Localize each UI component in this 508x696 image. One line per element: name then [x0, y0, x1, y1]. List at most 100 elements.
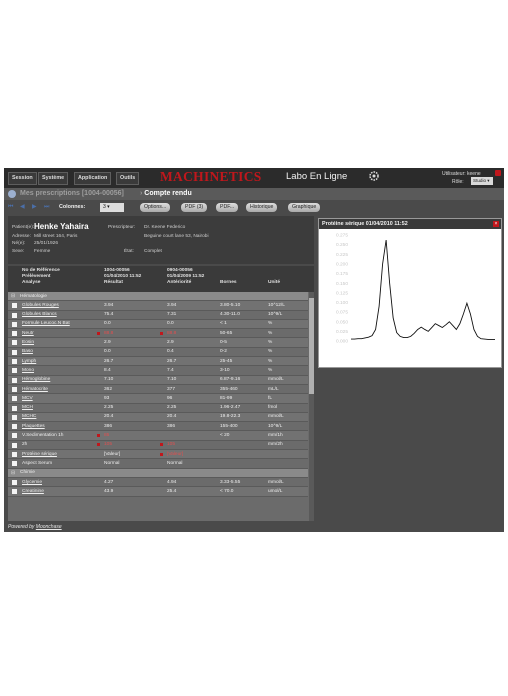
- row-checkbox[interactable]: [12, 312, 17, 318]
- columns-select[interactable]: 3 ▾: [100, 203, 124, 212]
- result-value: 43.9: [104, 488, 114, 494]
- footer-link[interactable]: Moonchase: [36, 524, 62, 530]
- analysis-name[interactable]: Globules Blancs: [22, 312, 57, 317]
- result-value: [Valeur]: [104, 451, 121, 457]
- row-checkbox[interactable]: [12, 424, 17, 430]
- analysis-name[interactable]: MCV: [22, 396, 33, 401]
- analysis-name[interactable]: Mono: [22, 368, 34, 373]
- state-value: Complet: [144, 249, 162, 254]
- analysis-name[interactable]: MCHC: [22, 414, 36, 419]
- last-page-icon[interactable]: ⏭: [44, 204, 51, 211]
- previous-value: 2.9: [167, 340, 174, 346]
- prescriber-value: Dr. Keene Federico: [144, 225, 186, 230]
- role-select[interactable]: Studio ▾: [471, 177, 493, 185]
- range-value: 1.96-2.47: [220, 405, 241, 411]
- range-value: < 20: [220, 433, 230, 439]
- range-value: 155-400: [220, 423, 238, 429]
- row-checkbox[interactable]: [12, 321, 17, 327]
- historique-button[interactable]: Historique: [246, 203, 278, 212]
- grid-scrollbar[interactable]: [309, 292, 314, 521]
- range-value: 81-99: [220, 395, 233, 401]
- product-name: Labo En Ligne: [286, 171, 348, 182]
- row-checkbox[interactable]: [12, 442, 17, 448]
- row-checkbox[interactable]: [12, 377, 17, 383]
- flag-previous-icon: [160, 331, 163, 335]
- previous-value: Normal: [167, 460, 183, 466]
- breadcrumb-parent[interactable]: Mes prescriptions [1004-00056]: [20, 190, 124, 197]
- pdf-button[interactable]: PDF...: [216, 203, 239, 212]
- user-label: Utilisateur:: [442, 171, 466, 177]
- sex-label: Sexe:: [12, 249, 25, 254]
- analysis-name[interactable]: Eosin: [22, 340, 34, 345]
- range-value: 4.30-11.0: [220, 312, 240, 318]
- row-checkbox[interactable]: [12, 386, 17, 392]
- unit-value: fL: [268, 395, 273, 401]
- analysis-name[interactable]: Glycemie: [22, 480, 42, 485]
- row-checkbox[interactable]: [12, 396, 17, 402]
- row-checkbox[interactable]: [12, 359, 17, 365]
- close-icon[interactable]: ×: [493, 221, 499, 227]
- row-checkbox[interactable]: [12, 479, 17, 485]
- flag-previous-icon: [160, 443, 163, 447]
- header-unite[interactable]: Unité: [268, 280, 280, 286]
- result-value: 75.4: [104, 312, 114, 318]
- first-page-icon[interactable]: ⏮: [8, 204, 15, 211]
- analysis-name[interactable]: Baso: [22, 349, 33, 354]
- menu-outils[interactable]: Outils: [116, 172, 140, 185]
- row-checkbox[interactable]: [12, 461, 17, 467]
- row-checkbox[interactable]: [12, 414, 17, 420]
- analysis-name[interactable]: Hématocrite: [22, 387, 48, 392]
- next-page-icon[interactable]: ▶: [32, 204, 39, 211]
- range-value: < 70.0: [220, 488, 234, 494]
- row-checkbox[interactable]: [12, 452, 17, 458]
- menu-application[interactable]: Application: [74, 172, 112, 185]
- previous-value: 2.25: [167, 405, 177, 411]
- pdf3-button[interactable]: PDF (3): [181, 203, 208, 212]
- analysis-name[interactable]: Formule Leucoc.N Bat: [22, 321, 70, 326]
- table-row: MCHC 20.4 20.4 19.8-22.3 mmol/L: [8, 412, 308, 423]
- y-tick-label: 0.225: [336, 252, 348, 258]
- options-button[interactable]: Options...: [140, 203, 171, 212]
- row-checkbox[interactable]: [12, 331, 17, 337]
- menu-session[interactable]: Session: [8, 172, 37, 185]
- analysis-name[interactable]: Creatinine: [22, 489, 44, 494]
- prev-page-icon[interactable]: ◀: [20, 204, 27, 211]
- unit-value: %: [268, 321, 273, 327]
- header-anteriorite[interactable]: Antériorité: [167, 280, 191, 286]
- row-checkbox[interactable]: [12, 340, 17, 346]
- brand-logo: MACHINETICS: [160, 169, 262, 184]
- unit-value: umol/L: [268, 488, 283, 494]
- analysis-name[interactable]: Globules Rouges: [22, 303, 59, 308]
- row-checkbox[interactable]: [12, 433, 17, 439]
- section-title: Hématologie: [20, 293, 47, 299]
- analysis-name[interactable]: Lymph: [22, 359, 36, 364]
- collapse-icon[interactable]: ⊟: [11, 470, 15, 476]
- header-resultat[interactable]: Résultat: [104, 280, 123, 286]
- analysis-name[interactable]: Plaquettes: [22, 424, 45, 429]
- breadcrumb: Mes prescriptions [1004-00056] › Compte …: [4, 188, 504, 200]
- result-value: Normal: [104, 460, 120, 466]
- previous-value: 377: [167, 386, 176, 392]
- logout-icon[interactable]: [495, 170, 501, 176]
- row-checkbox[interactable]: [12, 303, 17, 309]
- flag-result-icon: [97, 331, 100, 335]
- patient-box: Patient(e): Henke Yahaira Adresse: Mill …: [8, 216, 314, 264]
- section-row: ⊟ Hématologie: [8, 292, 308, 302]
- analysis-name[interactable]: Neutr: [22, 331, 34, 336]
- menu-systeme[interactable]: Système: [38, 172, 69, 185]
- row-checkbox[interactable]: [12, 368, 17, 374]
- row-checkbox[interactable]: [12, 489, 17, 495]
- previous-value: 3.94: [167, 302, 177, 308]
- analysis-name[interactable]: Protéine sérique: [22, 452, 57, 457]
- gear-icon: [369, 171, 379, 181]
- row-checkbox[interactable]: [12, 349, 17, 355]
- unit-value: 10^9/L: [268, 312, 283, 318]
- row-checkbox[interactable]: [12, 405, 17, 411]
- collapse-icon[interactable]: ⊟: [11, 293, 15, 299]
- graphique-button[interactable]: Graphique: [288, 203, 321, 212]
- scrollbar-thumb[interactable]: [309, 298, 314, 394]
- analysis-name[interactable]: MCH: [22, 405, 33, 410]
- header-bornes[interactable]: Bornes: [220, 280, 237, 286]
- analysis-name[interactable]: Hémoglobine: [22, 377, 50, 382]
- back-icon[interactable]: [8, 190, 16, 198]
